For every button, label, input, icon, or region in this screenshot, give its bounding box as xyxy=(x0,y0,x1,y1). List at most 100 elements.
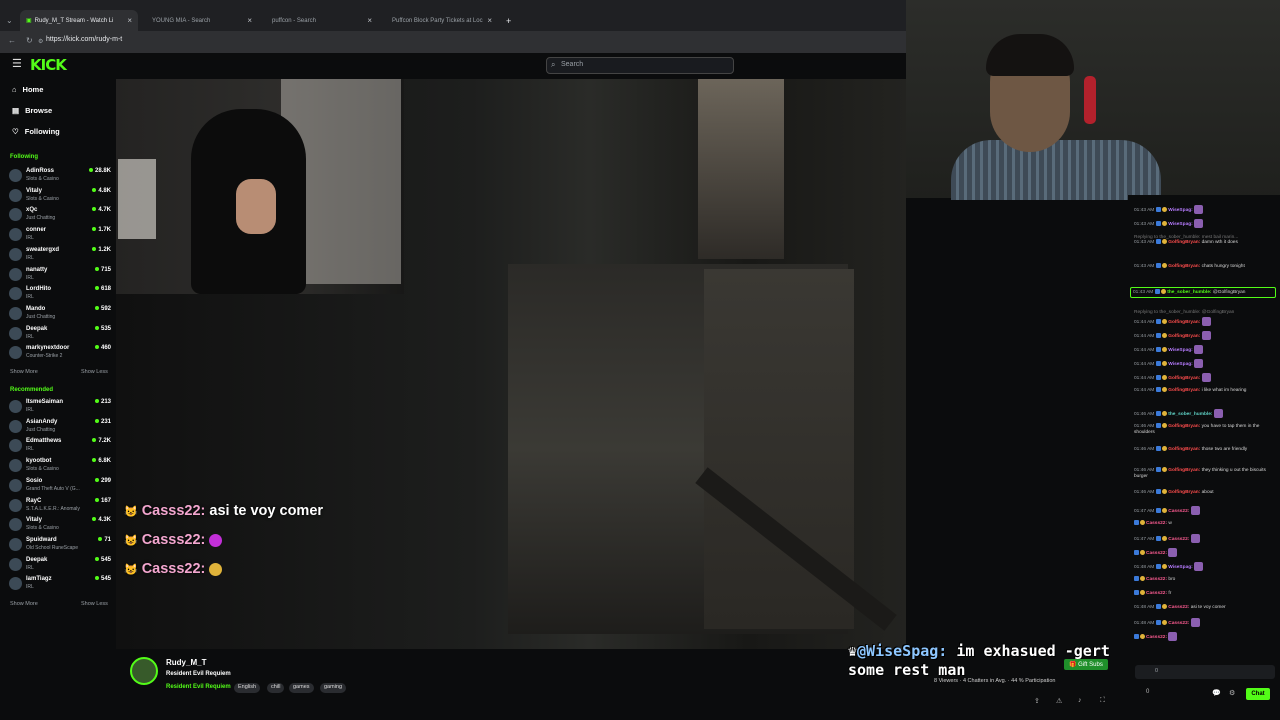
close-icon[interactable]: × xyxy=(487,16,492,25)
chat-username[interactable]: GolfingBryan: xyxy=(1168,376,1200,381)
sidebar-item-following[interactable]: ♡ Following xyxy=(12,127,60,136)
chat-message[interactable]: Casss22: w xyxy=(1134,520,1278,527)
sidebar-channel[interactable]: AsianAndy Just Chatting 231 xyxy=(9,418,111,437)
chat-username[interactable]: Casss22: xyxy=(1146,591,1167,596)
chat-message[interactable]: 01:43 AM the_sober_humble: @GolfingBryan xyxy=(1130,287,1276,298)
chat-message[interactable]: 01:46 AM GolfingBryan: about xyxy=(1134,489,1278,496)
chat-username[interactable]: Casss22: xyxy=(1168,621,1189,626)
chat-username[interactable]: Casss22: xyxy=(1146,521,1167,526)
tag-games[interactable]: games xyxy=(289,683,314,693)
chat-message[interactable]: 01:43 AM GolfingBryan: chats hungry tonig… xyxy=(1134,263,1278,270)
close-icon[interactable]: × xyxy=(247,16,252,25)
chat-send-button[interactable]: Chat xyxy=(1246,688,1270,700)
chat-message[interactable]: Casss22: bro xyxy=(1134,576,1278,583)
show-more-button[interactable]: Show More xyxy=(10,369,38,375)
chat-username[interactable]: GolfingBryan: xyxy=(1168,424,1200,429)
browser-tab-3[interactable]: puffcon - Search × xyxy=(266,10,378,31)
browser-tab-1[interactable]: ▣ Rudy_M_T Stream - Watch Li × xyxy=(20,10,138,31)
chat-message[interactable]: 01:46 AM the_sober_humble: xyxy=(1134,409,1278,418)
kick-logo[interactable]: KICK xyxy=(30,56,67,74)
sidebar-channel[interactable]: Sosio Grand Theft Auto V (G... 299 xyxy=(9,477,111,496)
chat-bubble-icon[interactable]: 💬 xyxy=(1212,689,1221,697)
tag-chill[interactable]: chill xyxy=(267,683,285,693)
sidebar-channel[interactable]: Deepak IRL 535 xyxy=(9,325,111,344)
gift-subs-button[interactable]: 🎁 Gift Subs xyxy=(1064,659,1108,670)
chat-message[interactable]: 01:43 AM GolfingBryan: damn wth it does xyxy=(1134,239,1278,246)
back-icon[interactable]: ← xyxy=(8,36,16,45)
sidebar-channel[interactable]: sweatergxd IRL 1.2K xyxy=(9,246,111,265)
url-text[interactable]: https://kick.com/rudy-m-t xyxy=(46,36,122,43)
show-less-button[interactable]: Show Less xyxy=(81,369,108,375)
chat-message[interactable]: 01:44 AM WiseSpag: xyxy=(1134,359,1278,368)
chat-username[interactable]: Casss22: xyxy=(1168,509,1189,514)
sidebar-channel[interactable]: IamTiagz IRL 545 xyxy=(9,575,111,594)
chat-message[interactable]: Casss22: xyxy=(1134,632,1278,641)
chat-username[interactable]: GolfingBryan: xyxy=(1168,334,1200,339)
chat-message[interactable]: 01:48 AM Casss22: xyxy=(1134,618,1278,627)
chat-message[interactable]: 01:44 AM GolfingBryan: xyxy=(1134,373,1278,382)
chat-message[interactable]: Casss22: xyxy=(1134,548,1278,557)
chat-username[interactable]: Casss22: xyxy=(1146,635,1167,640)
video-player[interactable]: 😺 Casss22: asi te voy comer 😺 Casss22: 😺… xyxy=(116,79,906,649)
chat-message[interactable]: 01:44 AM WiseSpag: xyxy=(1134,345,1278,354)
tab-list-icon[interactable]: ⌄ xyxy=(6,16,13,25)
sidebar-channel[interactable]: Deepak IRL 545 xyxy=(9,556,111,575)
chat-username[interactable]: GolfingBryan: xyxy=(1168,447,1200,452)
sidebar-channel[interactable]: kyootbot Slots & Casino 6.8K xyxy=(9,457,111,476)
chat-message[interactable]: 01:48 AM Casss22: asi te voy comer xyxy=(1134,604,1278,611)
chat-username[interactable]: the_sober_humble: xyxy=(1168,412,1212,417)
sidebar-item-browse[interactable]: ▤ Browse xyxy=(12,106,52,115)
browser-tab-4[interactable]: Puffcon Block Party Tickets at Loc × xyxy=(386,10,498,31)
sidebar-channel[interactable]: RayC S.T.A.L.K.E.R.: Anomaly 167 xyxy=(9,497,111,516)
show-less-button[interactable]: Show Less xyxy=(81,601,108,607)
channel-name[interactable]: Rudy_M_T xyxy=(166,658,206,667)
chat-username[interactable]: WiseSpag: xyxy=(1168,208,1192,213)
sidebar-channel[interactable]: Edmatthews IRL 7.2K xyxy=(9,437,111,456)
sidebar-channel[interactable]: ItsmeSaiman IRL 213 xyxy=(9,398,111,417)
volume-icon[interactable]: ♪ xyxy=(1078,697,1082,704)
sidebar-channel[interactable]: markynextdoor Counter-Strike 2 460 xyxy=(9,344,111,363)
sidebar-channel[interactable]: Spuidward Old School RuneScape 71 xyxy=(9,536,111,555)
reload-icon[interactable]: ↻ xyxy=(26,36,33,45)
chat-message[interactable]: 01:46 AM GolfingBryan: those two are frie… xyxy=(1134,446,1278,453)
chat-username[interactable]: WiseSpag: xyxy=(1168,565,1192,570)
chat-message[interactable]: 01:44 AM GolfingBryan: i like what im hea… xyxy=(1134,387,1278,394)
sidebar-item-home[interactable]: ⌂ Home xyxy=(12,85,43,94)
chat-message[interactable]: 01:47 AM Casss22: xyxy=(1134,506,1278,515)
chat-message[interactable]: 01:44 AM GolfingBryan: xyxy=(1134,331,1278,340)
fullscreen-icon[interactable]: ⛶ xyxy=(1100,697,1105,705)
chat-message[interactable]: 01:46 AM GolfingBryan: they thinking u ou… xyxy=(1134,467,1278,480)
search-input[interactable]: ⌕ Search xyxy=(546,57,734,74)
chat-username[interactable]: the_sober_humble: xyxy=(1167,290,1211,295)
chat-username[interactable]: WiseSpag: xyxy=(1168,362,1192,367)
new-tab-button[interactable]: + xyxy=(500,10,517,31)
site-info-icon[interactable]: ⚙ xyxy=(38,38,43,45)
chat-username[interactable]: WiseSpag: xyxy=(1168,348,1192,353)
stream-category[interactable]: Resident Evil Requiem xyxy=(166,684,231,690)
browser-tab-2[interactable]: YOUNG MIA - Search × xyxy=(146,10,258,31)
chat-username[interactable]: Casss22: xyxy=(1146,551,1167,556)
chat-username[interactable]: GolfingBryan: xyxy=(1168,468,1200,473)
chat-username[interactable]: Casss22: xyxy=(1146,577,1167,582)
close-icon[interactable]: × xyxy=(367,16,372,25)
sidebar-channel[interactable]: xQc Just Chatting 4.7K xyxy=(9,206,111,225)
sidebar-channel[interactable]: AdinRoss Slots & Casino 28.8K xyxy=(9,167,111,186)
chat-message[interactable]: Casss22: fr xyxy=(1134,590,1278,597)
sidebar-channel[interactable]: nanatty IRL 715 xyxy=(9,266,111,285)
channel-avatar[interactable] xyxy=(130,657,158,685)
chat-username[interactable]: GolfingBryan: xyxy=(1168,240,1200,245)
gear-icon[interactable]: ⚙ xyxy=(1229,689,1235,697)
share-icon[interactable]: ⇪ xyxy=(1034,697,1040,705)
tag-gaming[interactable]: gaming xyxy=(320,683,347,693)
sidebar-channel[interactable]: conner IRL 1.7K xyxy=(9,226,111,245)
chat-message[interactable]: 01:46 AM GolfingBryan: you have to tap th… xyxy=(1134,423,1278,436)
chat-message[interactable]: 01:44 AM GolfingBryan: xyxy=(1134,317,1278,326)
chat-message[interactable]: 01:43 AM WiseSpag: xyxy=(1134,219,1278,228)
chat-input[interactable]: 0 xyxy=(1135,665,1275,679)
chat-username[interactable]: GolfingBryan: xyxy=(1168,320,1200,325)
sidebar-channel[interactable]: Mando Just Chatting 592 xyxy=(9,305,111,324)
chat-message[interactable]: 01:43 AM WiseSpag: xyxy=(1134,205,1278,214)
menu-icon[interactable]: ☰ xyxy=(12,57,22,70)
chat-username[interactable]: Casss22: xyxy=(1168,605,1189,610)
chat-message[interactable]: 01:48 AM WiseSpag: xyxy=(1134,562,1278,571)
